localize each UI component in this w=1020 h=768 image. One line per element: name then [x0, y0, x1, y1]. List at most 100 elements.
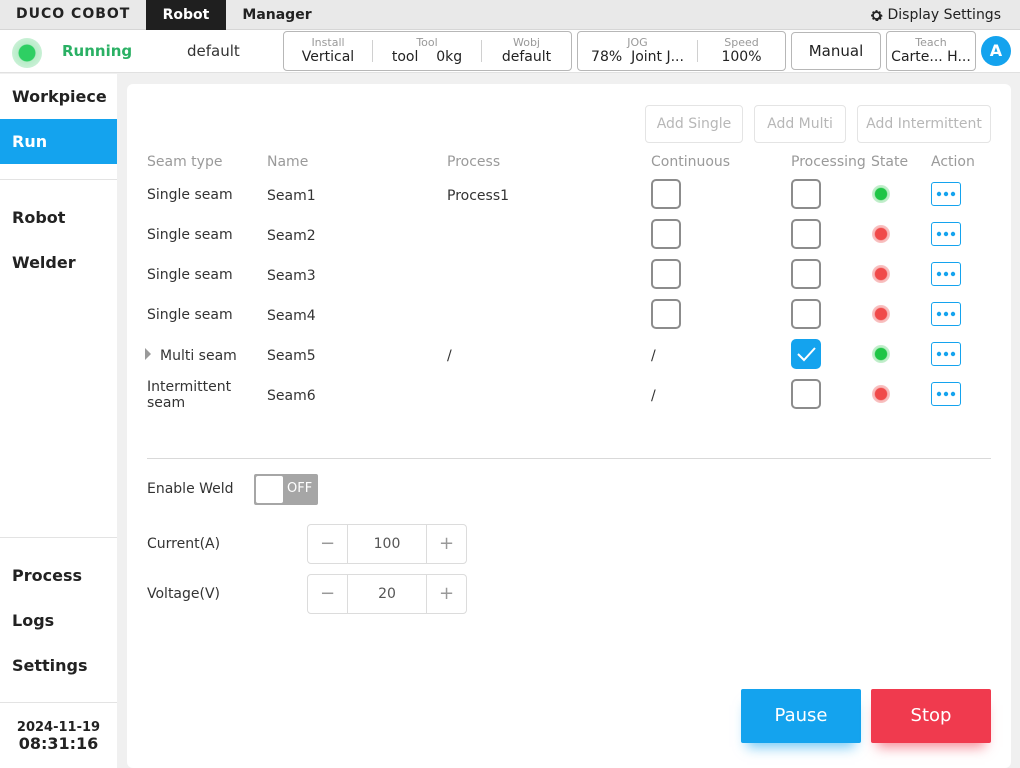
header-process: Process: [447, 154, 501, 170]
add-single-button[interactable]: Add Single: [645, 105, 743, 143]
sidebar-item-welder[interactable]: Welder: [0, 240, 117, 285]
gear-icon: [870, 9, 883, 21]
continuous-checkbox[interactable]: [651, 179, 681, 209]
teach-group[interactable]: Teach Carte... H...: [886, 31, 976, 71]
display-settings-label: Display Settings: [887, 7, 1001, 23]
sidebar-divider: [0, 537, 117, 538]
current-decrement-button[interactable]: −: [308, 525, 348, 563]
run-panel: Add Single Add Multi Add Intermittent Se…: [127, 84, 1011, 768]
state-indicator: [872, 305, 890, 323]
speed-caption: Speed: [724, 36, 759, 49]
state-indicator: [872, 385, 890, 403]
sidebar-divider: [0, 179, 117, 180]
install-cell: Install Vertical: [284, 32, 372, 70]
seam-name: Seam2: [267, 228, 316, 244]
state-indicator: [872, 345, 890, 363]
processing-checkbox[interactable]: [791, 339, 821, 369]
sidebar-item-logs[interactable]: Logs: [0, 598, 117, 643]
header-continuous: Continuous: [651, 154, 731, 170]
processing-checkbox[interactable]: [791, 179, 821, 209]
current-label: Current(A): [147, 536, 221, 552]
seam-name: Seam6: [267, 388, 316, 404]
seam-type: Multi seam: [160, 348, 237, 364]
install-tool-wobj-group[interactable]: Install Vertical Tool tool 0kg Wobj defa…: [283, 31, 572, 71]
table-row: Multi seam Seam5 / /: [127, 334, 1011, 374]
wobj-value: default: [501, 49, 552, 65]
jog-cell: JOG 78% Joint J...: [578, 32, 697, 70]
more-icon: [936, 191, 956, 197]
row-action-button[interactable]: [931, 222, 961, 246]
processing-checkbox[interactable]: [791, 299, 821, 329]
more-icon: [936, 391, 956, 397]
header-name: Name: [267, 154, 309, 170]
current-time: 08:31:16: [18, 734, 99, 753]
continuous-checkbox[interactable]: [651, 219, 681, 249]
continuous-checkbox[interactable]: [651, 299, 681, 329]
more-icon: [936, 311, 956, 317]
current-date: 2024-11-19: [16, 720, 101, 735]
more-icon: [936, 231, 956, 237]
enable-weld-toggle[interactable]: OFF: [254, 474, 318, 505]
display-settings-button[interactable]: Display Settings: [869, 0, 1001, 30]
sidebar-item-robot[interactable]: Robot: [0, 195, 117, 240]
jog-mode: Joint J...: [631, 49, 684, 65]
table-row: Intermittent seam Seam6 /: [127, 374, 1011, 414]
teach-cell: Teach Carte... H...: [887, 32, 975, 70]
tab-robot[interactable]: Robot: [146, 0, 226, 30]
processing-checkbox[interactable]: [791, 259, 821, 289]
check-icon: [797, 347, 816, 362]
row-action-button[interactable]: [931, 262, 961, 286]
seam-type: Single seam: [147, 307, 233, 323]
wobj-caption: Wobj: [512, 36, 540, 49]
sidebar-item-workpiece[interactable]: Workpiece: [0, 74, 117, 119]
sidebar-item-process[interactable]: Process: [0, 553, 117, 598]
seam-continuous: /: [651, 388, 656, 404]
jog-caption: JOG: [627, 36, 648, 49]
state-indicator: [872, 185, 890, 203]
voltage-value[interactable]: 20: [348, 575, 426, 613]
top-bar: DUCO COBOT Robot Manager Display Setting…: [0, 0, 1020, 30]
table-row: Single seam Seam2: [127, 214, 1011, 254]
tool-name: tool: [391, 49, 419, 65]
sidebar-item-settings[interactable]: Settings: [0, 643, 117, 688]
processing-checkbox[interactable]: [791, 379, 821, 409]
teach-caption: Teach: [915, 36, 947, 49]
current-increment-button[interactable]: +: [426, 525, 466, 563]
manual-mode-button[interactable]: Manual: [791, 32, 881, 70]
row-action-button[interactable]: [931, 182, 961, 206]
header-state: State: [871, 154, 909, 170]
seam-process: /: [447, 348, 452, 364]
voltage-increment-button[interactable]: +: [426, 575, 466, 613]
seam-name: Seam4: [267, 308, 316, 324]
current-value[interactable]: 100: [348, 525, 426, 563]
program-name: default: [187, 42, 240, 60]
robot-state: Running: [62, 42, 133, 60]
continuous-checkbox[interactable]: [651, 259, 681, 289]
more-icon: [936, 351, 956, 357]
row-action-button[interactable]: [931, 382, 961, 406]
sidebar: Workpiece Run Robot Welder Process Logs …: [0, 74, 117, 768]
jog-speed-group[interactable]: JOG 78% Joint J... Speed 100%: [577, 31, 786, 71]
add-intermittent-button[interactable]: Add Intermittent: [857, 105, 991, 143]
expand-caret-icon[interactable]: [145, 348, 151, 360]
row-action-button[interactable]: [931, 342, 961, 366]
seam-type: Single seam: [147, 187, 233, 203]
row-action-button[interactable]: [931, 302, 961, 326]
status-bar: Running default Install Vertical Tool to…: [0, 30, 1020, 73]
sidebar-divider: [0, 702, 117, 703]
tab-manager[interactable]: Manager: [236, 0, 318, 30]
user-avatar[interactable]: A: [981, 36, 1011, 66]
pause-button[interactable]: Pause: [741, 689, 861, 743]
voltage-decrement-button[interactable]: −: [308, 575, 348, 613]
state-indicator: [872, 265, 890, 283]
toggle-knob: [256, 476, 283, 503]
table-row: Single seam Seam1 Process1: [127, 174, 1011, 214]
enable-weld-label: Enable Weld: [147, 481, 234, 497]
install-caption: Install: [311, 36, 345, 49]
header-processing: Processing: [791, 154, 866, 170]
seam-continuous: /: [651, 348, 656, 364]
add-multi-button[interactable]: Add Multi: [754, 105, 846, 143]
sidebar-item-run[interactable]: Run: [0, 119, 117, 164]
stop-button[interactable]: Stop: [871, 689, 991, 743]
processing-checkbox[interactable]: [791, 219, 821, 249]
